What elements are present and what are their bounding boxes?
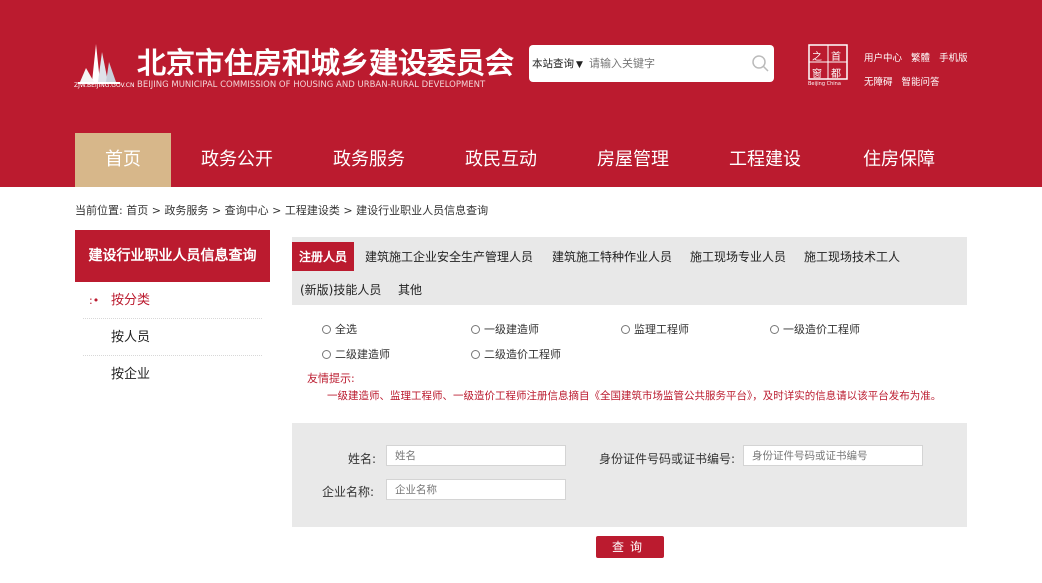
tab-site-technical-workers[interactable]: 施工现场技术工人 [804,248,900,265]
mobile-version-link[interactable]: 手机版 [939,47,968,71]
company-name-field[interactable] [386,479,566,500]
main-nav: 首页 政务公开 政务服务 政民互动 房屋管理 工程建设 住房保障 [75,133,967,187]
commission-logo-icon[interactable] [76,42,132,86]
sidebar: 建设行业职业人员信息查询 :• 按分类 按人员 按企业 [75,230,270,390]
breadcrumb-item[interactable]: 政务服务 [164,204,208,217]
radio-second-class-constructor[interactable]: 二级建造师 [322,346,390,362]
radio-label: 二级造价工程师 [484,348,561,361]
seal-char: 窗 [812,69,822,80]
tab-registered-personnel[interactable]: 注册人员 [292,242,355,271]
top-links: 用户中心 繁體 手机版 无障碍 智能问答 [864,47,974,95]
bullet-icon: :• [89,294,100,307]
search-scope-select[interactable]: 本站查询 ▼ [532,56,583,71]
nav-item-public-interaction[interactable]: 政民互动 [435,133,567,187]
tab-safety-management-personnel[interactable]: 建筑施工企业安全生产管理人员 [365,248,533,265]
breadcrumb: 当前位置: 首页 > 政务服务 > 查询中心 > 工程建设类 > 建设行业职业人… [75,202,488,218]
sidebar-item-label: 按企业 [111,367,151,382]
nav-item-government-affairs[interactable]: 政务公开 [171,133,303,187]
breadcrumb-item[interactable]: 首页 [126,204,148,217]
radio-label: 监理工程师 [634,323,689,336]
tab-site-professional-personnel[interactable]: 施工现场专业人员 [690,248,786,265]
accessibility-link[interactable]: 无障碍 [864,71,893,95]
radio-supervising-engineer[interactable]: 监理工程师 [621,321,689,337]
radio-button[interactable] [471,325,480,334]
sidebar-title: 建设行业职业人员信息查询 [75,230,270,282]
sidebar-item-by-category[interactable]: :• 按分类 [83,282,262,319]
search-icon[interactable] [751,54,769,72]
nav-item-housing-security[interactable]: 住房保障 [831,133,967,187]
radio-button[interactable] [770,325,779,334]
search-form: 姓名: 身份证件号码或证书编号: 企业名称: [292,423,967,527]
radio-first-class-constructor[interactable]: 一级建造师 [471,321,539,337]
radio-button[interactable] [621,325,630,334]
smart-qa-link[interactable]: 智能问答 [902,71,940,95]
breadcrumb-separator: > [272,204,282,217]
nav-item-government-services[interactable]: 政务服务 [303,133,435,187]
id-number-label: 身份证件号码或证书编号: [599,452,736,466]
query-panel: 注册人员 建筑施工企业安全生产管理人员 建筑施工特种作业人员 施工现场专业人员 … [292,237,967,562]
breadcrumb-item[interactable]: 查询中心 [225,204,269,217]
seal-char: 首 [831,52,841,63]
nav-item-construction[interactable]: 工程建设 [699,133,831,187]
id-number-field[interactable] [743,445,923,466]
breadcrumb-separator: > [211,204,222,217]
tab-other[interactable]: 其他 [398,281,422,298]
company-name-label: 企业名称: [322,485,375,499]
sidebar-item-label: 按分类 [111,293,151,308]
category-tab-bar: 注册人员 建筑施工企业安全生产管理人员 建筑施工特种作业人员 施工现场专业人员 … [292,237,967,305]
logo-url-text: ZJW.BEIJING.GOV.CN [74,82,135,89]
radio-label: 二级建造师 [335,348,390,361]
radio-label: 一级建造师 [484,323,539,336]
sidebar-item-by-person[interactable]: 按人员 [83,319,262,356]
tab-skilled-personnel-new[interactable]: (新版)技能人员 [300,281,381,298]
radio-select-all[interactable]: 全选 [322,321,357,337]
site-subtitle: BEIJING MUNICIPAL COMMISSION OF HOUSING … [137,80,486,90]
radio-button[interactable] [322,325,331,334]
nav-item-home[interactable]: 首页 [75,133,171,187]
site-title[interactable]: 北京市住房和城乡建设委员会 [137,40,514,82]
breadcrumb-separator: > [343,204,353,217]
radio-label: 一级造价工程师 [783,323,860,336]
breadcrumb-current[interactable]: 建设行业职业人员信息查询 [356,204,488,217]
breadcrumb-prefix: 当前位置: [75,204,123,217]
seal-caption: Beijing China [808,81,841,87]
radio-label: 全选 [335,323,357,336]
nav-item-housing-management[interactable]: 房屋管理 [567,133,699,187]
radio-first-class-cost-engineer[interactable]: 一级造价工程师 [770,321,860,337]
chevron-down-icon: ▼ [576,60,583,70]
notice-body: 一级建造师、监理工程师、一级造价工程师注册信息摘自《全国建筑市场监管公共服务平台… [327,390,942,402]
tab-special-operation-personnel[interactable]: 建筑施工特种作业人员 [552,248,672,265]
radio-second-class-cost-engineer[interactable]: 二级造价工程师 [471,346,561,362]
search-scope-label: 本站查询 [532,58,574,70]
breadcrumb-separator: > [151,204,161,217]
search-input[interactable] [589,54,739,74]
breadcrumb-item[interactable]: 工程建设类 [285,204,340,217]
site-header: ZJW.BEIJING.GOV.CN 北京市住房和城乡建设委员会 BEIJING… [0,0,1042,187]
search-box: 本站查询 ▼ [529,45,774,82]
sidebar-item-by-company[interactable]: 按企业 [83,356,262,393]
query-button[interactable]: 查询 [596,536,664,558]
seal-char: 都 [831,69,841,80]
radio-button[interactable] [322,350,331,359]
sidebar-item-label: 按人员 [111,330,151,345]
name-field[interactable] [386,445,566,466]
user-center-link[interactable]: 用户中心 [864,47,902,71]
sidebar-list: :• 按分类 按人员 按企业 [75,282,270,393]
radio-button[interactable] [471,350,480,359]
name-label: 姓名: [348,452,377,466]
seal-char: 之 [812,52,822,63]
notice-title: 友情提示: [307,372,355,385]
traditional-chinese-link[interactable]: 繁體 [911,47,930,71]
